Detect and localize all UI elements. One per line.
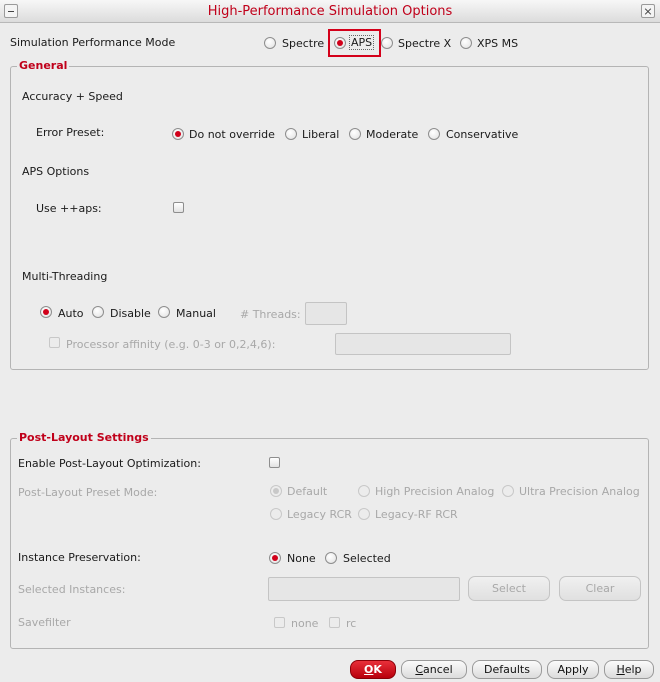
savefilter-rc-checkbox[interactable] <box>329 617 340 628</box>
mode-label: Simulation Performance Mode <box>10 36 176 49</box>
mode-spectre-x-radio[interactable] <box>381 37 393 49</box>
title-bar: High-Performance Simulation Options <box>0 0 660 23</box>
threading-disable-label[interactable]: Disable <box>110 307 151 320</box>
threading-auto-radio[interactable] <box>40 306 52 318</box>
threading-manual-radio[interactable] <box>158 306 170 318</box>
instance-none-label[interactable]: None <box>287 552 316 565</box>
preset-ultra-precision-label[interactable]: Ultra Precision Analog <box>519 485 640 498</box>
help-button[interactable]: Help <box>604 660 654 679</box>
processor-affinity-checkbox[interactable] <box>49 337 60 348</box>
instance-preservation-label: Instance Preservation: <box>18 551 141 564</box>
instance-none-radio[interactable] <box>269 552 281 564</box>
select-button[interactable]: Select <box>468 576 550 601</box>
post-layout-group-title: Post-Layout Settings <box>17 431 151 444</box>
cancel-button[interactable]: Cancel <box>401 660 467 679</box>
processor-affinity-label: Processor affinity (e.g. 0-3 or 0,2,4,6)… <box>66 338 276 351</box>
defaults-button[interactable]: Defaults <box>472 660 542 679</box>
use-aps-label: Use ++aps: <box>36 202 102 215</box>
preset-default-label[interactable]: Default <box>287 485 327 498</box>
mode-xps-ms-label[interactable]: XPS MS <box>477 37 518 50</box>
preset-conservative-label[interactable]: Conservative <box>446 128 518 141</box>
preset-legacy-rf-rcr-label[interactable]: Legacy-RF RCR <box>375 508 458 521</box>
processor-affinity-input[interactable] <box>335 333 511 355</box>
instance-selected-radio[interactable] <box>325 552 337 564</box>
savefilter-label: Savefilter <box>18 616 71 629</box>
preset-high-precision-radio[interactable] <box>358 485 370 497</box>
preset-high-precision-label[interactable]: High Precision Analog <box>375 485 494 498</box>
preset-legacy-rcr-radio[interactable] <box>270 508 282 520</box>
accuracy-heading: Accuracy + Speed <box>22 90 123 103</box>
error-preset-label: Error Preset: <box>36 126 105 139</box>
enable-post-layout-checkbox[interactable] <box>269 457 280 468</box>
threads-label: # Threads: <box>240 308 301 321</box>
threading-auto-label[interactable]: Auto <box>58 307 84 320</box>
close-icon[interactable] <box>641 4 655 18</box>
use-aps-checkbox[interactable] <box>173 202 184 213</box>
post-layout-preset-label: Post-Layout Preset Mode: <box>18 486 158 499</box>
mode-spectre-x-label[interactable]: Spectre X <box>398 37 451 50</box>
clear-button[interactable]: Clear <box>559 576 641 601</box>
mode-xps-ms-radio[interactable] <box>460 37 472 49</box>
preset-moderate-radio[interactable] <box>349 128 361 140</box>
mode-aps-radio[interactable] <box>334 37 346 49</box>
preset-default-radio[interactable] <box>270 485 282 497</box>
selected-instances-label: Selected Instances: <box>18 583 126 596</box>
threads-input[interactable] <box>305 302 347 325</box>
savefilter-none-checkbox[interactable] <box>274 617 285 628</box>
savefilter-none-label[interactable]: none <box>291 617 318 630</box>
general-group-title: General <box>17 59 70 72</box>
preset-do-not-override-radio[interactable] <box>172 128 184 140</box>
preset-liberal-label[interactable]: Liberal <box>302 128 339 141</box>
mode-spectre-label[interactable]: Spectre <box>282 37 324 50</box>
preset-liberal-radio[interactable] <box>285 128 297 140</box>
preset-legacy-rf-rcr-radio[interactable] <box>358 508 370 520</box>
window-title: High-Performance Simulation Options <box>207 4 453 19</box>
instance-selected-label[interactable]: Selected <box>343 552 391 565</box>
mode-spectre-radio[interactable] <box>264 37 276 49</box>
preset-conservative-radio[interactable] <box>428 128 440 140</box>
aps-options-heading: APS Options <box>22 165 90 178</box>
apply-button[interactable]: Apply <box>547 660 599 679</box>
ok-button[interactable]: OK <box>350 660 396 679</box>
preset-moderate-label[interactable]: Moderate <box>366 128 418 141</box>
threading-manual-label[interactable]: Manual <box>176 307 216 320</box>
preset-do-not-override-label[interactable]: Do not override <box>189 128 275 141</box>
savefilter-rc-label[interactable]: rc <box>346 617 356 630</box>
enable-post-layout-label: Enable Post-Layout Optimization: <box>18 457 201 470</box>
selected-instances-input[interactable] <box>268 577 460 601</box>
preset-legacy-rcr-label[interactable]: Legacy RCR <box>287 508 352 521</box>
multithreading-heading: Multi-Threading <box>22 270 108 283</box>
mode-aps-label[interactable]: APS <box>349 35 375 50</box>
threading-disable-radio[interactable] <box>92 306 104 318</box>
preset-ultra-precision-radio[interactable] <box>502 485 514 497</box>
